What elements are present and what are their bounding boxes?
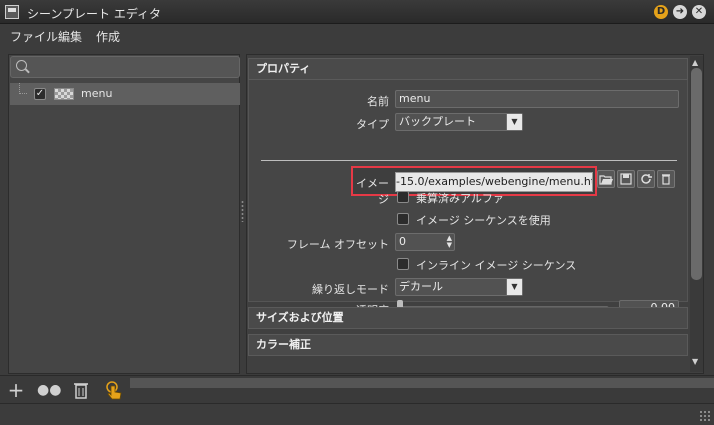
section-header-color-correction[interactable]: カラー補正 [248, 334, 688, 356]
divider [261, 160, 677, 161]
plate-list-panel: ✓ menu [8, 54, 240, 374]
tree-row-menu[interactable]: ✓ menu [10, 83, 240, 105]
frame-offset-label: フレーム オフセット [286, 238, 389, 251]
app-window-icon [5, 5, 19, 19]
folder-open-icon[interactable] [597, 170, 615, 188]
arrow-right-icon[interactable]: ➜ [673, 5, 687, 19]
dock-button[interactable]: D [654, 5, 668, 19]
type-select[interactable]: バックプレート ▼ [395, 113, 523, 131]
window-title: シーンプレート エディタ [27, 7, 162, 21]
use-image-sequence-checkbox[interactable] [397, 213, 409, 225]
inline-image-sequence-label: インライン イメージ シーケンス [416, 259, 577, 272]
add-icon[interactable]: + [5, 380, 27, 402]
save-icon[interactable] [617, 170, 635, 188]
scroll-down-icon[interactable]: ▼ [692, 357, 698, 366]
scroll-up-icon[interactable]: ▲ [692, 58, 698, 67]
menu-file[interactable]: ファイル [10, 28, 58, 45]
panel-splitter-handle[interactable] [241, 200, 244, 222]
bottom-toolbar: + ●● [0, 375, 714, 403]
menu-create[interactable]: 作成 [96, 28, 120, 45]
use-image-sequence-label: イメージ シーケンスを使用 [416, 214, 551, 227]
property-panel: プロパティ 名前 menu タイプ バックプレート ▼ イメージ -15.0/e… [246, 54, 704, 374]
checkerboard-thumbnail-icon [54, 88, 74, 100]
delete-icon[interactable] [657, 170, 675, 188]
frame-offset-value: 0 [399, 235, 406, 248]
resize-grip-icon[interactable] [699, 410, 711, 422]
section-header-properties[interactable]: プロパティ [248, 58, 688, 80]
reload-icon[interactable] [637, 170, 655, 188]
image-label: イメージ [356, 177, 389, 206]
repeat-mode-label: 繰り返しモード [312, 283, 389, 296]
plate-enabled-checkbox[interactable]: ✓ [34, 88, 46, 100]
status-bar [0, 403, 714, 425]
frame-offset-stepper[interactable]: 0 ▲ ▼ [395, 233, 455, 251]
name-field[interactable]: menu [395, 90, 679, 108]
link-icon[interactable]: ●● [37, 380, 61, 402]
stepper-arrows-icon[interactable]: ▲ ▼ [447, 235, 452, 249]
trash-icon[interactable] [70, 380, 92, 402]
premultiplied-alpha-checkbox[interactable] [397, 191, 409, 203]
chevron-down-icon: ▼ [506, 114, 522, 130]
chevron-down-icon: ▼ [506, 279, 522, 295]
hand-pointer-icon[interactable] [103, 380, 125, 402]
vertical-scrollbar[interactable]: ▲ ▼ [690, 56, 703, 372]
properties-section-body: 名前 menu タイプ バックプレート ▼ イメージ -15.0/example… [248, 80, 688, 317]
search-icon [16, 60, 27, 71]
premultiplied-alpha-label: 乗算済みアルファ [416, 192, 504, 205]
tree-branch-line [19, 83, 27, 94]
image-path-field[interactable]: -15.0/examples/webengine/menu.html [395, 172, 593, 192]
menu-bar: ファイル 編集 作成 [0, 24, 714, 46]
inline-image-sequence-checkbox[interactable] [397, 258, 409, 270]
menu-edit[interactable]: 編集 [58, 28, 82, 45]
section-header-size-position[interactable]: サイズおよび位置 [248, 307, 688, 329]
title-bar: シーンプレート エディタ D ➜ ✕ [0, 0, 714, 24]
type-select-value: バックプレート [399, 115, 476, 128]
repeat-mode-select[interactable]: デカール ▼ [395, 278, 523, 296]
name-label: 名前 [367, 95, 389, 108]
close-icon[interactable]: ✕ [692, 5, 706, 19]
scrollbar-thumb[interactable] [691, 68, 702, 280]
repeat-mode-value: デカール [399, 280, 443, 293]
search-input[interactable] [10, 56, 240, 78]
tree-item-label: menu [81, 87, 113, 100]
type-label: タイプ [356, 118, 389, 131]
toolbar-strip [130, 378, 714, 388]
